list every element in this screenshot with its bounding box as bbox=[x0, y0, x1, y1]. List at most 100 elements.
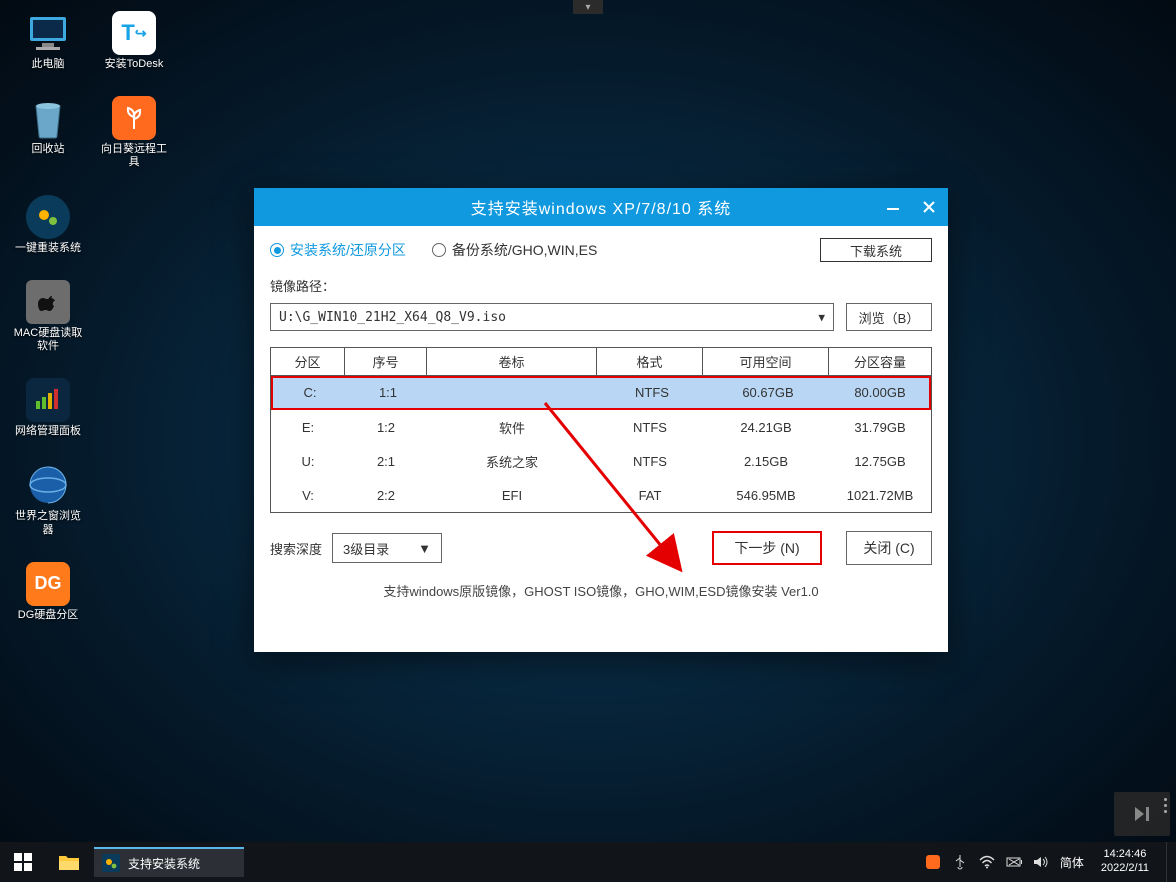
desktop-icon-mac-disk[interactable]: MAC硬盘读取软件 bbox=[10, 279, 86, 353]
cell-label: EFI bbox=[427, 478, 597, 512]
gears-icon bbox=[102, 854, 120, 872]
table-row[interactable]: E: 1:2 软件 NTFS 24.21GB 31.79GB bbox=[271, 410, 931, 444]
dialog-footer-text: 支持windows原版镜像，GHOST ISO镜像，GHO,WIM,ESD镜像安… bbox=[270, 581, 932, 600]
cell-index: 1:2 bbox=[345, 410, 427, 444]
desktop-icon-label: 向日葵远程工具 bbox=[96, 143, 172, 169]
dialog-title: 支持安装windows XP/7/8/10 系统 bbox=[471, 195, 732, 219]
monitor-icon bbox=[26, 13, 70, 53]
tray-volume-icon[interactable] bbox=[1033, 854, 1049, 870]
taskbar-app-title: 支持安装系统 bbox=[128, 855, 200, 872]
search-depth-select[interactable]: 3级目录 ▼ bbox=[332, 533, 442, 563]
bars-icon bbox=[34, 389, 62, 411]
cell-free: 24.21GB bbox=[703, 410, 829, 444]
gears-icon bbox=[34, 203, 62, 231]
cell-size: 80.00GB bbox=[831, 377, 929, 407]
desktop-icon-label: 此电脑 bbox=[32, 58, 65, 71]
browse-button[interactable]: 浏览（B） bbox=[846, 303, 932, 331]
partition-table-header: 分区 序号 卷标 格式 可用空间 分区容量 bbox=[271, 348, 931, 376]
taskbar: 支持安装系统 简体 14:24:46 2022/2/11 bbox=[0, 842, 1176, 882]
desktop-icon-todesk[interactable]: T↪ 安装ToDesk bbox=[96, 10, 172, 71]
taskbar-clock[interactable]: 14:24:46 2022/2/11 bbox=[1095, 848, 1155, 876]
desktop-icon-sunlogin[interactable]: 向日葵远程工具 bbox=[96, 95, 172, 169]
tray-battery-icon[interactable] bbox=[1006, 854, 1022, 870]
cell-label: 系统之家 bbox=[427, 444, 597, 478]
close-icon bbox=[922, 200, 936, 214]
col-label: 卷标 bbox=[427, 348, 597, 375]
desktop-icon-diskgenius[interactable]: DG DG硬盘分区 bbox=[10, 561, 86, 622]
start-button[interactable] bbox=[0, 842, 46, 882]
col-free: 可用空间 bbox=[703, 348, 829, 375]
cell-partition: U: bbox=[271, 444, 345, 478]
radio-backup-system[interactable]: 备份系统/GHO,WIN,ES bbox=[432, 240, 597, 260]
cell-size: 12.75GB bbox=[829, 444, 931, 478]
desktop-icon-label: 网络管理面板 bbox=[15, 425, 81, 438]
desktop-icon-label: 世界之窗浏览器 bbox=[10, 510, 86, 536]
cell-partition: E: bbox=[271, 410, 345, 444]
table-row[interactable]: V: 2:2 EFI FAT 546.95MB 1021.72MB bbox=[271, 478, 931, 512]
cell-index: 2:1 bbox=[345, 444, 427, 478]
desktop-icon-label: DG硬盘分区 bbox=[18, 609, 79, 622]
radio-label: 备份系统/GHO,WIN,ES bbox=[452, 240, 597, 260]
cell-label: 软件 bbox=[427, 410, 597, 444]
folder-icon bbox=[58, 852, 80, 872]
desktop-icon-this-pc[interactable]: 此电脑 bbox=[10, 10, 86, 71]
desktop-icon-reinstall[interactable]: 一键重装系统 bbox=[10, 194, 86, 255]
search-depth-label: 搜索深度 bbox=[270, 539, 322, 558]
desktop-icon-network-panel[interactable]: 网络管理面板 bbox=[10, 377, 86, 438]
cell-size: 31.79GB bbox=[829, 410, 931, 444]
cell-format: NTFS bbox=[597, 444, 703, 478]
close-window-button[interactable] bbox=[916, 196, 942, 218]
close-button[interactable]: 关闭 (C) bbox=[846, 531, 932, 565]
col-partition: 分区 bbox=[271, 348, 345, 375]
cell-label bbox=[429, 377, 599, 407]
clock-time: 14:24:46 bbox=[1101, 848, 1149, 862]
desktop-icon-label: 安装ToDesk bbox=[105, 58, 164, 71]
show-desktop-button[interactable] bbox=[1166, 842, 1172, 882]
tray-wifi-icon[interactable] bbox=[979, 854, 995, 870]
plant-icon bbox=[121, 105, 147, 131]
desktop-icon-label: 一键重装系统 bbox=[15, 242, 81, 255]
system-tray: 简体 14:24:46 2022/2/11 bbox=[925, 842, 1176, 882]
desktop-icon-theworld[interactable]: 世界之窗浏览器 bbox=[10, 462, 86, 536]
radio-install-system[interactable]: 安装系统/还原分区 bbox=[270, 240, 406, 260]
taskbar-app-installer[interactable]: 支持安装系统 bbox=[94, 847, 244, 877]
image-path-label: 镜像路径： bbox=[270, 276, 932, 295]
cell-index: 1:1 bbox=[347, 377, 429, 407]
search-depth-value: 3级目录 bbox=[343, 539, 389, 558]
next-button[interactable]: 下一步 (N) bbox=[712, 531, 822, 565]
clock-date: 2022/2/11 bbox=[1101, 862, 1149, 876]
desktop-icon-recycle-bin[interactable]: 回收站 bbox=[10, 95, 86, 169]
media-preview-thumb[interactable] bbox=[1114, 792, 1170, 836]
radio-label: 安装系统/还原分区 bbox=[290, 240, 406, 260]
cell-format: FAT bbox=[597, 478, 703, 512]
minimize-icon bbox=[886, 200, 900, 214]
tray-app-icon[interactable] bbox=[925, 854, 941, 870]
cell-format: NTFS bbox=[597, 410, 703, 444]
cell-free: 546.95MB bbox=[703, 478, 829, 512]
col-format: 格式 bbox=[597, 348, 703, 375]
image-path-select[interactable]: U:\G_WIN10_21H2_X64_Q8_V9.iso ▼ bbox=[270, 303, 834, 331]
cell-index: 2:2 bbox=[345, 478, 427, 512]
table-row[interactable]: U: 2:1 系统之家 NTFS 2.15GB 12.75GB bbox=[271, 444, 931, 478]
cell-partition: C: bbox=[273, 377, 347, 407]
tray-usb-icon[interactable] bbox=[952, 854, 968, 870]
globe-icon bbox=[26, 463, 70, 507]
cell-partition: V: bbox=[271, 478, 345, 512]
chevron-down-icon: ▼ bbox=[818, 311, 825, 324]
desktop-icon-label: MAC硬盘读取软件 bbox=[10, 327, 86, 353]
col-index: 序号 bbox=[345, 348, 427, 375]
ime-indicator[interactable]: 简体 bbox=[1060, 854, 1084, 871]
cell-format: NTFS bbox=[599, 377, 705, 407]
table-row[interactable]: C: 1:1 NTFS 60.67GB 80.00GB bbox=[271, 376, 931, 410]
play-next-icon bbox=[1132, 804, 1152, 824]
dialog-titlebar[interactable]: 支持安装windows XP/7/8/10 系统 bbox=[254, 188, 948, 226]
desktop-icon-label: 回收站 bbox=[32, 143, 65, 156]
download-system-button[interactable]: 下载系统 bbox=[820, 238, 932, 262]
desktop-icons-grid: 此电脑 T↪ 安装ToDesk 回收站 向日葵远程工具 一键重装系统 bbox=[10, 10, 170, 622]
minimize-button[interactable] bbox=[880, 196, 906, 218]
cell-free: 2.15GB bbox=[703, 444, 829, 478]
taskbar-file-explorer[interactable] bbox=[46, 842, 92, 882]
installer-dialog: 支持安装windows XP/7/8/10 系统 安装系统/还原分区 备份系统/… bbox=[254, 188, 948, 652]
windows-icon bbox=[14, 853, 32, 871]
image-path-value: U:\G_WIN10_21H2_X64_Q8_V9.iso bbox=[279, 310, 506, 325]
